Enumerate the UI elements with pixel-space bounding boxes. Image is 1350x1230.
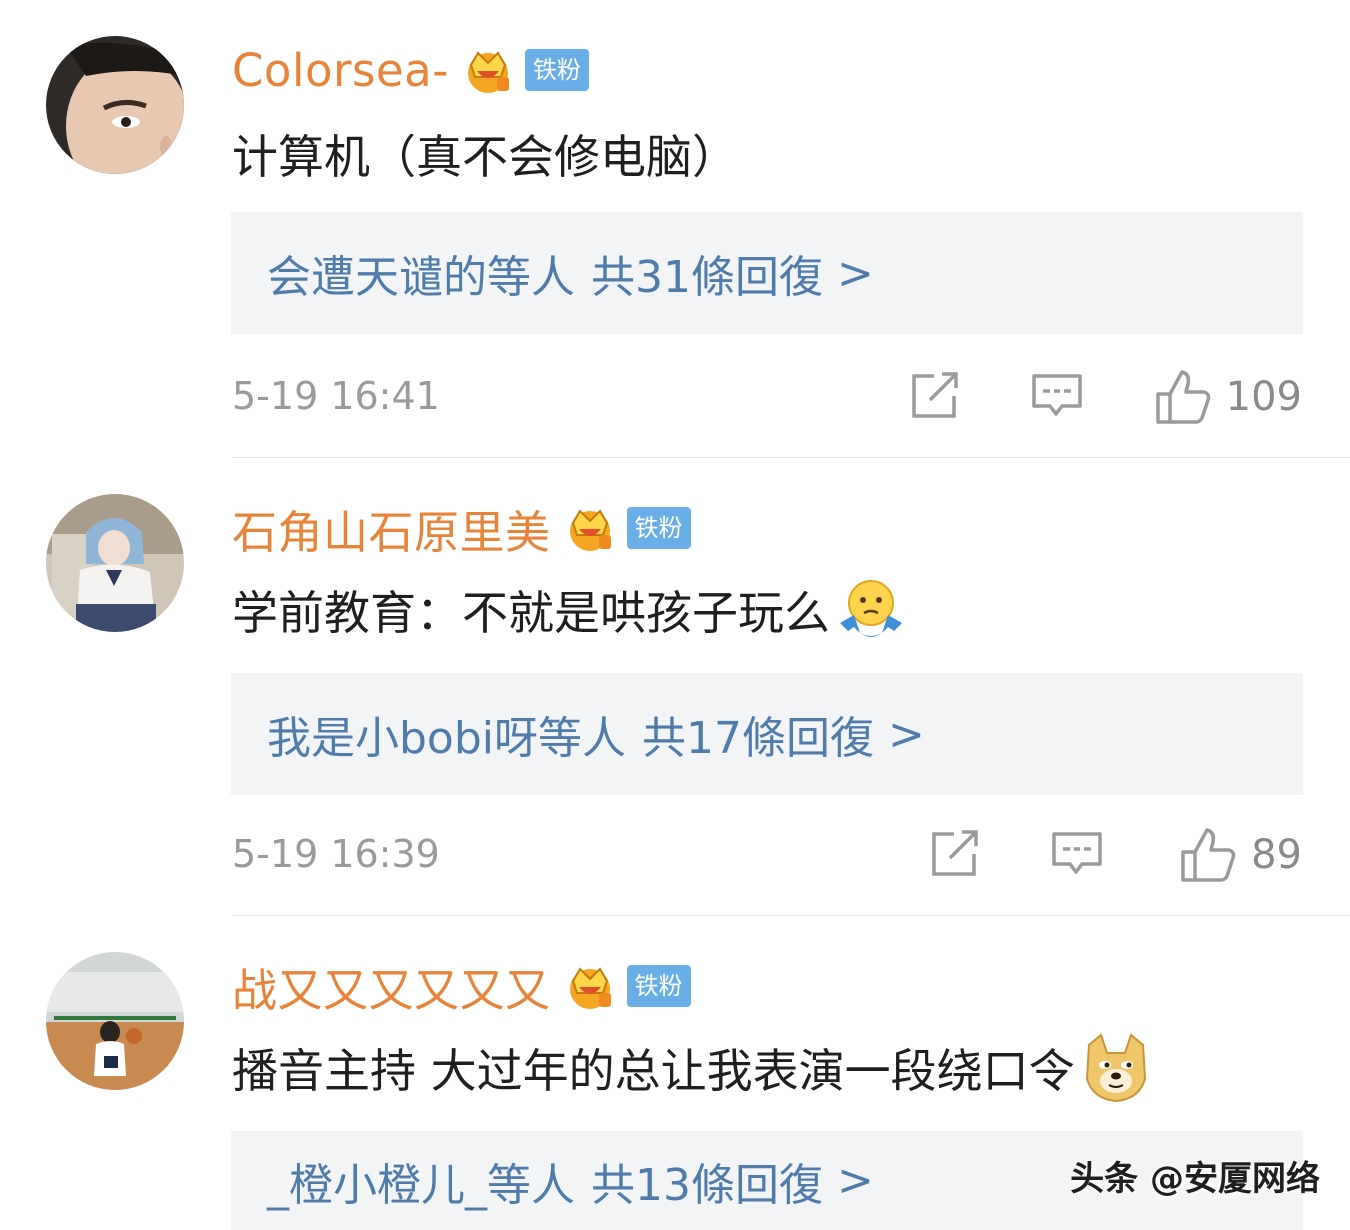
name-row: 石角山石原里美 铁粉 xyxy=(232,496,691,560)
divider xyxy=(232,915,1350,916)
share-button[interactable] xyxy=(908,368,962,422)
meta-row: 5-19 16:39 89 xyxy=(232,826,1302,886)
shrug-emoji-icon xyxy=(840,580,902,637)
replies-count: 共31條回復 xyxy=(591,252,823,303)
crown-vip-icon xyxy=(569,967,611,1009)
thumbs-up-icon xyxy=(1181,828,1236,882)
replies-count: 共13條回復 xyxy=(591,1159,823,1211)
doge-emoji-icon xyxy=(1085,1033,1146,1103)
thumbs-up-icon xyxy=(1155,370,1210,424)
comment-icon xyxy=(1032,374,1082,416)
chevron-right-icon: > xyxy=(888,708,925,760)
avatar[interactable] xyxy=(46,494,184,632)
like-button[interactable]: 109 xyxy=(1154,368,1302,426)
comment-text-content: 播音主持 大过年的总让我表演一段绕口令 xyxy=(232,1044,1075,1098)
divider xyxy=(232,457,1350,458)
timestamp: 5-19 16:39 xyxy=(232,832,440,876)
meta-row: 5-19 16:41 109 xyxy=(232,368,1302,428)
replies-count: 共17條回復 xyxy=(642,713,875,764)
crown-vip-icon xyxy=(569,509,611,551)
comment-text: 计算机（真不会修电脑） xyxy=(232,122,738,186)
replies-users: 我是小bobi呀等人 xyxy=(267,713,627,764)
avatar[interactable] xyxy=(46,952,184,1090)
comment-text-content: 计算机（真不会修电脑） xyxy=(232,130,738,184)
comment-text: 播音主持 大过年的总让我表演一段绕口令 xyxy=(232,1030,1153,1106)
name-row: 战又又又又又又 铁粉 xyxy=(232,954,691,1018)
watermark: 头条 @安厦网络 xyxy=(1070,1159,1320,1199)
replies-link[interactable]: 我是小bobi呀等人 共17條回復 > xyxy=(231,673,1303,795)
comment-button[interactable] xyxy=(1030,368,1084,422)
timestamp: 5-19 16:41 xyxy=(232,374,440,418)
username[interactable]: 战又又又又又又 xyxy=(232,954,551,1019)
name-row: Colorsea- 铁粉 xyxy=(232,38,589,102)
fan-badge: 铁粉 xyxy=(626,507,691,549)
crown-vip-icon xyxy=(467,51,509,93)
comment-icon xyxy=(1052,832,1102,874)
like-button[interactable]: 89 xyxy=(1179,826,1302,884)
chevron-right-icon: > xyxy=(837,247,874,299)
replies-users: _橙小橙儿_等人 xyxy=(267,1159,575,1211)
share-icon xyxy=(932,830,978,876)
comment-text: 学前教育：不就是哄孩子玩么 xyxy=(232,572,908,648)
avatar[interactable] xyxy=(46,36,184,174)
share-button[interactable] xyxy=(928,826,982,880)
fan-badge: 铁粉 xyxy=(524,49,589,91)
like-count: 109 xyxy=(1225,374,1302,420)
replies-link[interactable]: 会遭天谴的等人 共31條回復 > xyxy=(231,212,1303,334)
like-count: 89 xyxy=(1251,832,1302,878)
replies-users: 会遭天谴的等人 xyxy=(267,252,575,303)
comment-button[interactable] xyxy=(1050,826,1104,880)
username[interactable]: Colorsea- xyxy=(232,44,449,97)
chevron-right-icon: > xyxy=(837,1155,874,1206)
fan-badge: 铁粉 xyxy=(626,965,691,1007)
username[interactable]: 石角山石原里美 xyxy=(232,496,551,561)
comment-text-content: 学前教育：不就是哄孩子玩么 xyxy=(232,586,830,640)
share-icon xyxy=(912,372,958,418)
